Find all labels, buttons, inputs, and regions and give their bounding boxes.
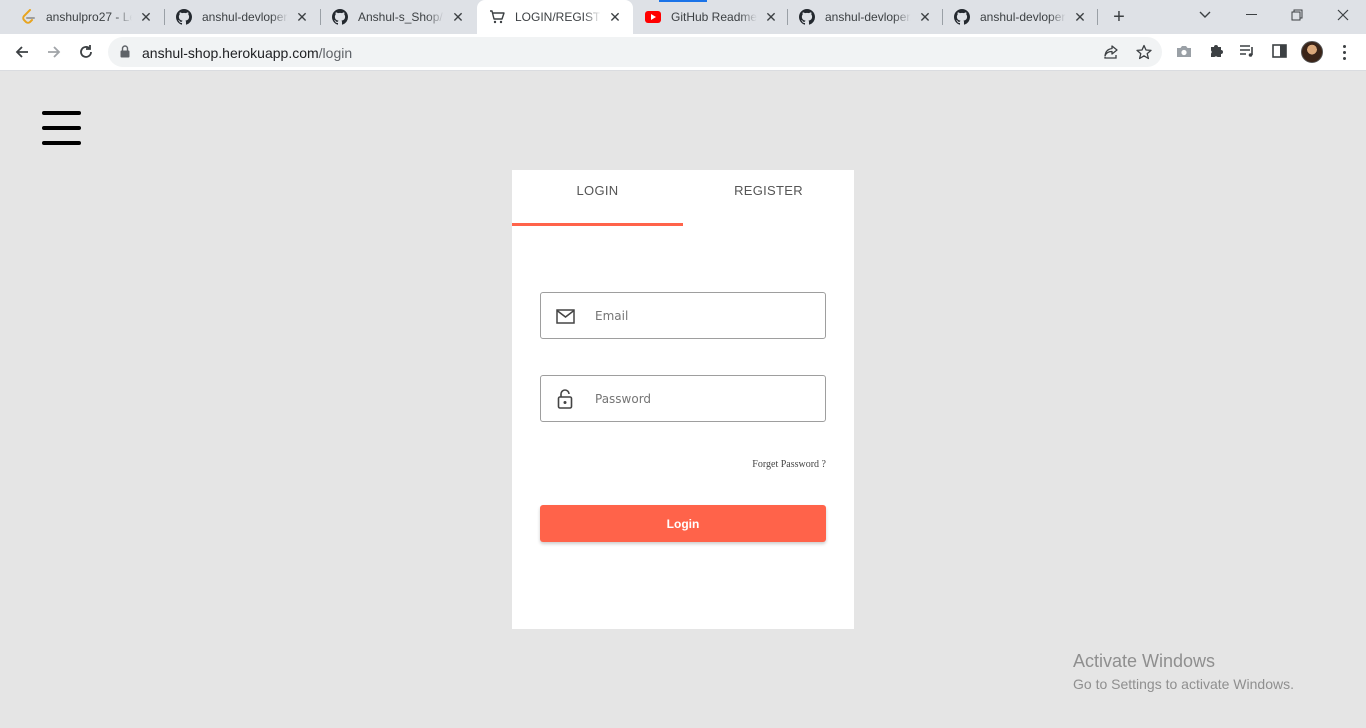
browser-tab[interactable]: anshul-devloper/ ✕ [164, 0, 320, 34]
auth-tabs: LOGIN REGISTER [512, 170, 854, 226]
github-icon [176, 9, 192, 25]
bookmark-star-icon[interactable] [1136, 44, 1152, 60]
close-tab-icon[interactable]: ✕ [763, 9, 779, 25]
active-tab-indicator [512, 223, 683, 226]
close-tab-icon[interactable]: ✕ [607, 9, 623, 25]
reload-button[interactable] [72, 38, 100, 66]
youtube-icon [645, 9, 661, 25]
cart-icon [489, 9, 505, 25]
arrow-right-icon [48, 46, 61, 58]
tab-title: anshul-devloper/ [202, 10, 288, 24]
media-queue-icon[interactable] [1238, 42, 1256, 60]
close-icon [1337, 9, 1349, 21]
tab-register[interactable]: REGISTER [683, 170, 854, 226]
close-tab-icon[interactable]: ✕ [450, 9, 466, 25]
lock-icon[interactable] [120, 45, 130, 63]
email-input[interactable] [595, 305, 815, 327]
tab-title: anshul-devloper [980, 10, 1066, 24]
password-field[interactable] [540, 375, 826, 422]
tab-title: anshulpro27 - LeetCode [46, 10, 132, 24]
arrow-left-icon [15, 46, 28, 58]
browser-tab[interactable]: Anshul-s_Shop/README ✕ [320, 0, 476, 34]
minimize-button[interactable] [1228, 0, 1274, 30]
hamburger-menu-icon[interactable] [42, 111, 82, 147]
tab-title: Anshul-s_Shop/README [358, 10, 444, 24]
github-icon [799, 9, 815, 25]
camera-icon[interactable] [1175, 42, 1193, 60]
close-tab-icon[interactable]: ✕ [1072, 9, 1088, 25]
address-bar[interactable]: anshul-shop.herokuapp.com/login [108, 37, 1162, 67]
side-panel-icon[interactable] [1270, 42, 1288, 60]
watermark-subtitle: Go to Settings to activate Windows. [1073, 676, 1294, 692]
browser-tab[interactable]: GitHub Readme Profile ✕ [633, 0, 789, 34]
email-field[interactable] [540, 292, 826, 339]
url-text: anshul-shop.herokuapp.com/login [142, 45, 352, 61]
tab-title: anshul-devloper/ [825, 10, 911, 24]
restore-icon [1291, 9, 1303, 21]
windows-activation-watermark: Activate Windows Go to Settings to activ… [1073, 651, 1294, 692]
back-button[interactable] [8, 38, 36, 66]
browser-tab-active[interactable]: LOGIN/REGISTER ✕ [477, 0, 633, 34]
tab-title: GitHub Readme Profile [671, 10, 757, 24]
url-path: /login [318, 45, 353, 61]
close-tab-icon[interactable]: ✕ [917, 9, 933, 25]
browser-menu-button[interactable] [1336, 42, 1352, 62]
browser-tab-strip: anshulpro27 - LeetCode ✕ anshul-devloper… [0, 0, 1366, 34]
browser-tab[interactable]: anshul-devloper/ ✕ [787, 0, 943, 34]
mail-icon [555, 306, 575, 326]
browser-tab[interactable]: anshulpro27 - LeetCode ✕ [8, 0, 164, 34]
reload-icon [80, 45, 92, 58]
password-input[interactable] [595, 388, 815, 410]
profile-avatar[interactable] [1301, 41, 1323, 63]
forget-password-link[interactable]: Forget Password ? [752, 459, 826, 470]
lock-icon [555, 389, 575, 409]
close-tab-icon[interactable]: ✕ [294, 9, 310, 25]
minimize-icon [1245, 14, 1257, 15]
url-host: anshul-shop.herokuapp.com [142, 45, 319, 61]
new-tab-button[interactable]: + [1108, 6, 1130, 28]
chevron-down-icon [1199, 11, 1211, 18]
github-icon [332, 9, 348, 25]
tab-divider [1097, 9, 1098, 25]
close-window-button[interactable] [1320, 0, 1366, 30]
browser-tab[interactable]: anshul-devloper ✕ [942, 0, 1098, 34]
leetcode-icon [20, 9, 36, 25]
tab-search-button[interactable] [1182, 0, 1228, 30]
tab-title: LOGIN/REGISTER [515, 10, 601, 24]
close-tab-icon[interactable]: ✕ [138, 9, 154, 25]
github-icon [954, 9, 970, 25]
login-button[interactable]: Login [540, 505, 826, 542]
restore-button[interactable] [1274, 0, 1320, 30]
browser-toolbar: anshul-shop.herokuapp.com/login [0, 34, 1366, 71]
auth-card: LOGIN REGISTER Forget Password ? Login [512, 170, 854, 629]
tab-login[interactable]: LOGIN [512, 170, 683, 226]
forward-button[interactable] [40, 38, 68, 66]
share-icon[interactable] [1103, 44, 1119, 60]
extensions-puzzle-icon[interactable] [1207, 42, 1225, 60]
watermark-title: Activate Windows [1073, 651, 1216, 671]
